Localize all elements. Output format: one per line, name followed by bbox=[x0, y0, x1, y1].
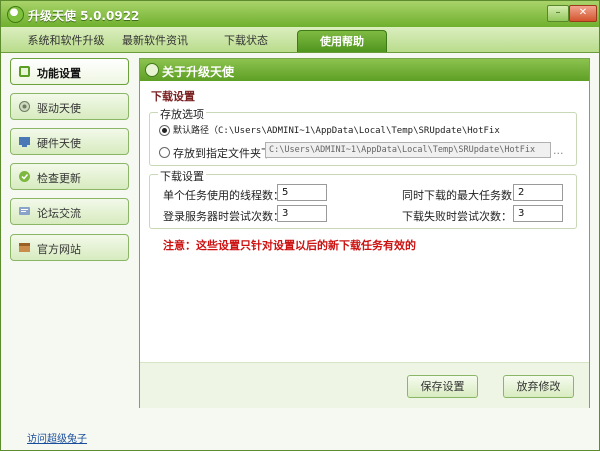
minimize-button[interactable]: – bbox=[547, 5, 569, 22]
tab-help[interactable]: 使用帮助 bbox=[297, 30, 387, 52]
visit-link[interactable]: 访问超级兔子 bbox=[27, 430, 87, 445]
title-bar[interactable]: 升级天使 5.0.0922 – ✕ bbox=[1, 1, 599, 27]
website-icon bbox=[19, 243, 30, 252]
notice-text: 注意：这些设置只针对设置以后的新下载任务有效的 bbox=[163, 239, 416, 252]
close-button[interactable]: ✕ bbox=[569, 5, 597, 22]
custom-path-radio[interactable] bbox=[159, 147, 170, 158]
custom-path-input[interactable]: C:\Users\ADMINI~1\AppData\Local\Temp\SRU… bbox=[265, 142, 551, 158]
sidebar-item-driver[interactable]: 驱动天使 bbox=[10, 93, 129, 120]
section-title: 下载设置 bbox=[151, 90, 195, 103]
sidebar-item-hardware[interactable]: 硬件天使 bbox=[10, 128, 129, 155]
panel-footer: 保存设置 放弃修改 bbox=[140, 362, 589, 408]
sidebar-item-website[interactable]: 官方网站 bbox=[10, 234, 129, 261]
fail-retry-input[interactable]: 3 bbox=[513, 205, 563, 222]
discard-changes-button[interactable]: 放弃修改 bbox=[503, 375, 574, 398]
settings-panel: 关于升级天使 下载设置 存放选项 默认路径（C:\Users\ADMINI~1\… bbox=[139, 58, 590, 408]
sidebar-item-label: 功能设置 bbox=[37, 67, 81, 80]
main-window: 升级天使 5.0.0922 – ✕ 系统和软件升级 最新软件资讯 下载状态 使用… bbox=[0, 0, 600, 451]
storage-group-label: 存放选项 bbox=[158, 106, 206, 122]
sidebar-item-label: 检查更新 bbox=[37, 172, 81, 185]
window-title: 升级天使 5.0.0922 bbox=[28, 9, 140, 23]
sidebar-item-forum[interactable]: 论坛交流 bbox=[10, 198, 129, 225]
panel-header-icon bbox=[145, 63, 159, 77]
storage-options-group: 存放选项 默认路径（C:\Users\ADMINI~1\AppData\Loca… bbox=[149, 106, 577, 166]
login-retry-input[interactable]: 3 bbox=[277, 205, 327, 222]
sidebar-item-label: 硬件天使 bbox=[37, 137, 81, 150]
panel-header: 关于升级天使 bbox=[140, 59, 589, 81]
app-icon bbox=[7, 6, 24, 23]
tab-software-news[interactable]: 最新软件资讯 bbox=[117, 30, 193, 51]
save-settings-button[interactable]: 保存设置 bbox=[407, 375, 478, 398]
settings-icon bbox=[19, 66, 30, 77]
tab-bar: 系统和软件升级 最新软件资讯 下载状态 使用帮助 bbox=[1, 27, 599, 53]
custom-path-label: 存放到指定文件夹下 bbox=[173, 147, 272, 160]
driver-icon bbox=[19, 101, 30, 112]
tab-system-upgrade[interactable]: 系统和软件升级 bbox=[23, 30, 109, 51]
max-tasks-input[interactable]: 2 bbox=[513, 184, 563, 201]
default-path-radio[interactable] bbox=[159, 125, 170, 136]
sidebar-item-label: 论坛交流 bbox=[37, 207, 81, 220]
tab-download-status[interactable]: 下载状态 bbox=[213, 30, 279, 51]
threads-input[interactable]: 5 bbox=[277, 184, 327, 201]
sidebar-item-label: 驱动天使 bbox=[37, 102, 81, 115]
login-retry-label: 登录服务器时尝试次数： bbox=[163, 210, 284, 223]
panel-title: 关于升级天使 bbox=[162, 65, 235, 79]
sidebar-item-check-update[interactable]: 检查更新 bbox=[10, 163, 129, 190]
default-path-label: 默认路径（C:\Users\ADMINI~1\AppData\Local\Tem… bbox=[173, 126, 500, 136]
max-tasks-label: 同时下载的最大任务数： bbox=[402, 189, 523, 202]
forum-icon bbox=[19, 207, 30, 215]
sidebar-item-label: 官方网站 bbox=[37, 243, 81, 256]
download-settings-group: 下载设置 单个任务使用的线程数： 5 同时下载的最大任务数： 2 登录服务器时尝… bbox=[149, 168, 577, 229]
sidebar-item-settings[interactable]: 功能设置 bbox=[10, 58, 129, 85]
update-icon bbox=[19, 171, 30, 182]
browse-button[interactable]: ... bbox=[553, 144, 564, 157]
download-group-label: 下载设置 bbox=[158, 168, 206, 184]
hardware-icon bbox=[19, 137, 30, 147]
fail-retry-label: 下载失败时尝试次数： bbox=[402, 210, 512, 223]
threads-label: 单个任务使用的线程数： bbox=[163, 189, 284, 202]
